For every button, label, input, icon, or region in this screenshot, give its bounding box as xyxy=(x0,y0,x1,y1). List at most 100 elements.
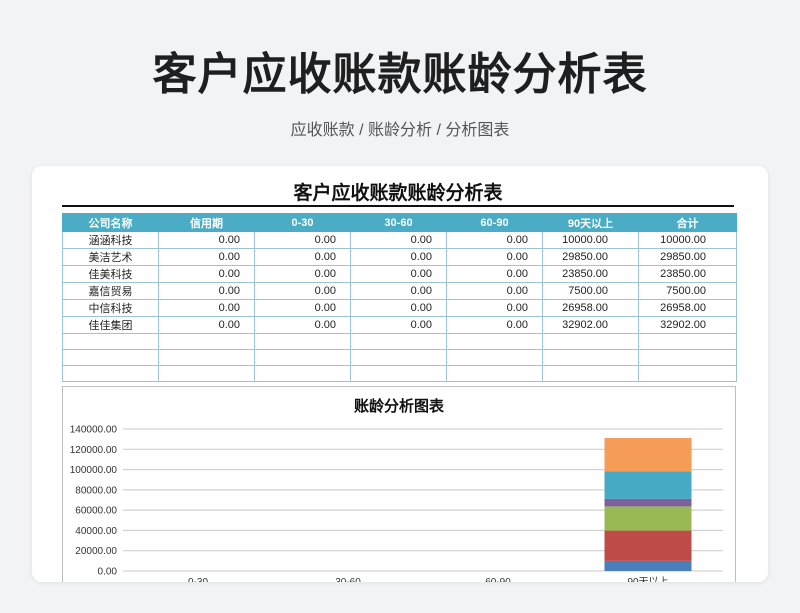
stacked-bar-segment xyxy=(604,498,692,507)
table-row: 美洁艺术 0.00 0.00 0.00 0.00 29850.00 29850.00 xyxy=(62,248,737,266)
table-cell[interactable] xyxy=(446,365,543,382)
x-tick-label: 0-30 xyxy=(188,577,208,582)
table-row xyxy=(62,333,737,350)
table-cell[interactable]: 0.00 xyxy=(350,248,447,266)
stacked-bar-segment xyxy=(604,471,692,499)
table-cell[interactable] xyxy=(62,365,159,382)
table-cell[interactable] xyxy=(542,349,639,366)
table-cell[interactable]: 0.00 xyxy=(254,265,351,283)
x-tick-label: 60-90 xyxy=(485,577,511,582)
y-tick-label: 0.00 xyxy=(98,567,118,578)
table-cell[interactable]: 0.00 xyxy=(446,299,543,317)
table-cell[interactable]: 0.00 xyxy=(158,265,255,283)
table-cell[interactable]: 29850.00 xyxy=(542,248,639,266)
table-cell[interactable]: 0.00 xyxy=(158,231,255,249)
table-cell[interactable]: 0.00 xyxy=(254,282,351,300)
table-cell[interactable]: 0.00 xyxy=(446,248,543,266)
table-cell[interactable]: 0.00 xyxy=(350,282,447,300)
sheet-title: 客户应收账款账龄分析表 xyxy=(293,183,503,204)
table-cell[interactable]: 32902.00 xyxy=(638,316,737,334)
table-cell[interactable]: 0.00 xyxy=(350,265,447,283)
col-company[interactable]: 公司名称 xyxy=(62,213,159,232)
table-header-row: 公司名称 信用期 0-30 30-60 60-90 90天以上 合计 xyxy=(62,213,737,232)
table-cell[interactable]: 26958.00 xyxy=(638,299,737,317)
table-cell[interactable]: 0.00 xyxy=(446,265,543,283)
title-divider xyxy=(62,205,734,207)
table-row: 嘉信贸易 0.00 0.00 0.00 0.00 7500.00 7500.00 xyxy=(62,282,737,300)
table-cell[interactable]: 7500.00 xyxy=(542,282,639,300)
x-tick-label: 30-60 xyxy=(335,577,361,582)
table-cell[interactable]: 0.00 xyxy=(350,231,447,249)
table-cell[interactable] xyxy=(446,333,543,350)
aging-chart: 账龄分析图表 0.00 20000.00 40000.00 60000.00 80000… xyxy=(62,386,736,582)
table-cell[interactable]: 0.00 xyxy=(446,316,543,334)
chart-canvas: 0.00 20000.00 40000.00 60000.00 80000.00 1000… xyxy=(70,425,723,582)
table-cell[interactable] xyxy=(62,333,159,350)
table-cell[interactable] xyxy=(350,333,447,350)
table-cell[interactable]: 23850.00 xyxy=(638,265,737,283)
table-cell[interactable]: 0.00 xyxy=(254,231,351,249)
stacked-bar-segment xyxy=(604,530,692,561)
y-tick-label: 100000.00 xyxy=(70,465,118,476)
table-cell[interactable] xyxy=(254,365,351,382)
table-row xyxy=(62,365,737,382)
table-cell[interactable]: 嘉信贸易 xyxy=(62,282,159,300)
y-tick-label: 60000.00 xyxy=(75,506,117,517)
y-tick-label: 20000.00 xyxy=(75,546,117,557)
y-tick-label: 40000.00 xyxy=(75,526,117,537)
table-cell[interactable]: 中信科技 xyxy=(62,299,159,317)
table-cell[interactable] xyxy=(542,333,639,350)
table-cell[interactable]: 美洁艺术 xyxy=(62,248,159,266)
table-cell[interactable] xyxy=(254,349,351,366)
table-cell[interactable] xyxy=(638,333,737,350)
table-cell[interactable]: 23850.00 xyxy=(542,265,639,283)
stacked-bar-segment xyxy=(604,438,692,472)
table-cell[interactable] xyxy=(158,349,255,366)
table-cell[interactable]: 0.00 xyxy=(158,316,255,334)
table-cell[interactable]: 0.00 xyxy=(254,299,351,317)
table-cell[interactable] xyxy=(446,349,543,366)
table-cell[interactable] xyxy=(158,333,255,350)
table-cell[interactable]: 10000.00 xyxy=(542,231,639,249)
table-cell[interactable]: 29850.00 xyxy=(638,248,737,266)
stacked-bar-segment xyxy=(604,560,692,571)
table-cell[interactable] xyxy=(542,365,639,382)
table-row: 佳美科技 0.00 0.00 0.00 0.00 23850.00 23850.00 xyxy=(62,265,737,283)
table-cell[interactable]: 10000.00 xyxy=(638,231,737,249)
table-cell[interactable]: 0.00 xyxy=(350,299,447,317)
table-cell[interactable] xyxy=(350,349,447,366)
page-subtitle: 应收账款 / 账龄分析 / 分析图表 xyxy=(290,122,510,139)
table-row: 佳佳集团 0.00 0.00 0.00 0.00 32902.00 32902.00 xyxy=(62,316,737,334)
table-cell[interactable]: 0.00 xyxy=(254,316,351,334)
col-90-plus[interactable]: 90天以上 xyxy=(542,213,639,232)
table-cell[interactable]: 涵涵科技 xyxy=(62,231,159,249)
table-cell[interactable]: 7500.00 xyxy=(638,282,737,300)
table-cell[interactable]: 佳美科技 xyxy=(62,265,159,283)
col-total[interactable]: 合计 xyxy=(638,213,737,232)
table-cell[interactable]: 0.00 xyxy=(446,282,543,300)
col-30-60[interactable]: 30-60 xyxy=(350,213,447,232)
table-cell[interactable] xyxy=(158,365,255,382)
table-cell[interactable]: 0.00 xyxy=(446,231,543,249)
page-title: 客户应收账款账龄分析表 xyxy=(152,50,648,99)
col-0-30[interactable]: 0-30 xyxy=(254,213,351,232)
table-cell[interactable]: 0.00 xyxy=(158,248,255,266)
table-cell[interactable] xyxy=(254,333,351,350)
table-row xyxy=(62,349,737,366)
table-cell[interactable]: 0.00 xyxy=(158,282,255,300)
table-cell[interactable]: 0.00 xyxy=(254,248,351,266)
y-tick-label: 80000.00 xyxy=(75,485,117,496)
col-60-90[interactable]: 60-90 xyxy=(446,213,543,232)
table-row: 中信科技 0.00 0.00 0.00 0.00 26958.00 26958.00 xyxy=(62,299,737,317)
table-cell[interactable] xyxy=(350,365,447,382)
table-cell[interactable]: 0.00 xyxy=(158,299,255,317)
table-cell[interactable]: 佳佳集团 xyxy=(62,316,159,334)
table-cell[interactable]: 26958.00 xyxy=(542,299,639,317)
table-cell[interactable] xyxy=(638,365,737,382)
y-tick-label: 120000.00 xyxy=(70,445,118,456)
table-cell[interactable] xyxy=(62,349,159,366)
table-cell[interactable]: 32902.00 xyxy=(542,316,639,334)
table-cell[interactable] xyxy=(638,349,737,366)
col-credit-period[interactable]: 信用期 xyxy=(158,213,255,232)
table-cell[interactable]: 0.00 xyxy=(350,316,447,334)
